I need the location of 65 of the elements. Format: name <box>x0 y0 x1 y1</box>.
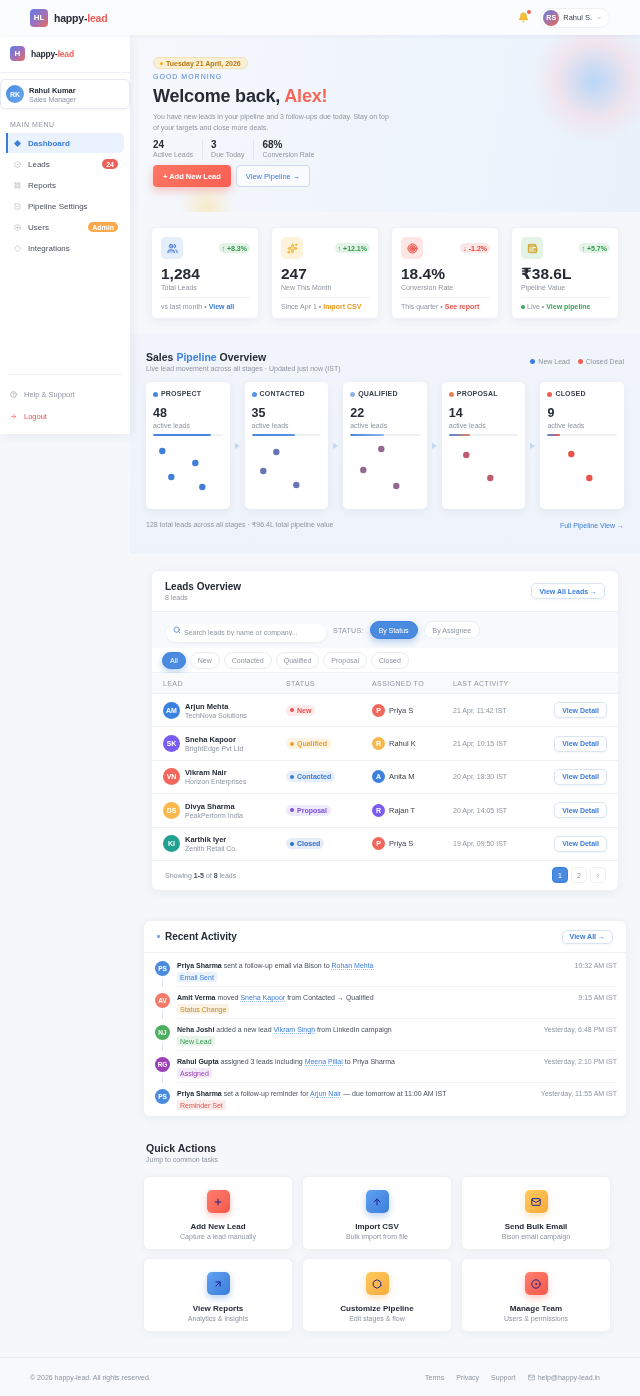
sparkles-icon <box>281 237 303 259</box>
lead-dot-icon <box>586 474 593 482</box>
arrow-icon <box>431 442 437 449</box>
help-icon <box>10 390 17 398</box>
stage-count: 14 <box>448 407 464 420</box>
arrow-icon <box>234 442 240 449</box>
plus-icon <box>206 1190 230 1213</box>
welcome-heading: Welcome back, Alex! <box>153 85 328 108</box>
bell-icon[interactable] <box>518 12 530 23</box>
lead-dot-icon <box>462 451 470 459</box>
menu-item[interactable]: Reports <box>6 175 124 195</box>
grid-icon <box>14 181 21 189</box>
mail-icon <box>527 1373 535 1381</box>
stat-value: 1,284 <box>161 266 201 282</box>
menu-item[interactable]: Pipeline Settings <box>6 196 124 216</box>
stage-count: 48 <box>153 407 168 420</box>
people-icon <box>161 237 183 259</box>
mail-icon <box>524 1190 548 1213</box>
pipeline-title: Sales Pipeline Overview <box>146 351 268 363</box>
arrow-icon <box>333 442 339 449</box>
stat-value: 3 <box>211 139 218 150</box>
lead-dot-icon <box>378 445 385 453</box>
stat-value: 18.4% <box>401 266 446 282</box>
diamond-icon <box>14 244 21 252</box>
stat-value: ₹38.6L <box>521 266 573 282</box>
lead-dot-icon <box>192 459 199 467</box>
activity-title: Recent Activity <box>165 931 237 942</box>
stage-count: 9 <box>547 407 556 420</box>
lead-dot-icon <box>159 447 166 455</box>
lead-dot-icon <box>259 467 267 475</box>
circle-dot-icon <box>14 160 21 168</box>
lead-dot-icon <box>168 473 175 481</box>
stage-count: 22 <box>350 407 366 420</box>
lead-dot-icon <box>272 448 280 456</box>
lead-dot-icon <box>568 450 575 458</box>
stat-value: 24 <box>153 139 166 150</box>
leads-title: Leads Overview <box>165 581 242 592</box>
arrow-up-icon <box>365 1190 389 1213</box>
caret-icon <box>596 14 602 21</box>
lead-dot-icon <box>393 482 400 490</box>
circle-plus-icon <box>14 223 21 231</box>
menu-item[interactable]: Dashboard <box>6 133 124 153</box>
quick-actions-title: Quick Actions <box>146 1142 218 1154</box>
dot-icon <box>160 61 163 65</box>
diamond-icon <box>14 139 21 147</box>
lead-dot-icon <box>292 481 300 489</box>
arrow-right-icon <box>10 412 17 420</box>
search-icon <box>173 626 181 634</box>
square-minus-icon <box>14 202 21 210</box>
menu-item[interactable]: Integrations <box>6 238 124 258</box>
stat-value: 68% <box>262 139 284 150</box>
lead-dot-icon <box>360 466 367 474</box>
stat-value: 247 <box>281 266 308 282</box>
lead-dot-icon <box>486 474 494 482</box>
wallet-icon <box>521 237 543 259</box>
brand-name: happy-lead <box>54 11 108 24</box>
arrow-icon <box>530 442 536 449</box>
arrow-up-right-icon <box>206 1272 230 1295</box>
stage-count: 35 <box>251 407 267 420</box>
lead-dot-icon <box>199 483 206 491</box>
logo-mark: HL <box>30 8 48 27</box>
target-icon <box>401 237 423 259</box>
live-dot-icon <box>521 304 525 309</box>
brand-name: happy-lead <box>31 48 74 59</box>
logo-mark: H <box>10 46 25 61</box>
